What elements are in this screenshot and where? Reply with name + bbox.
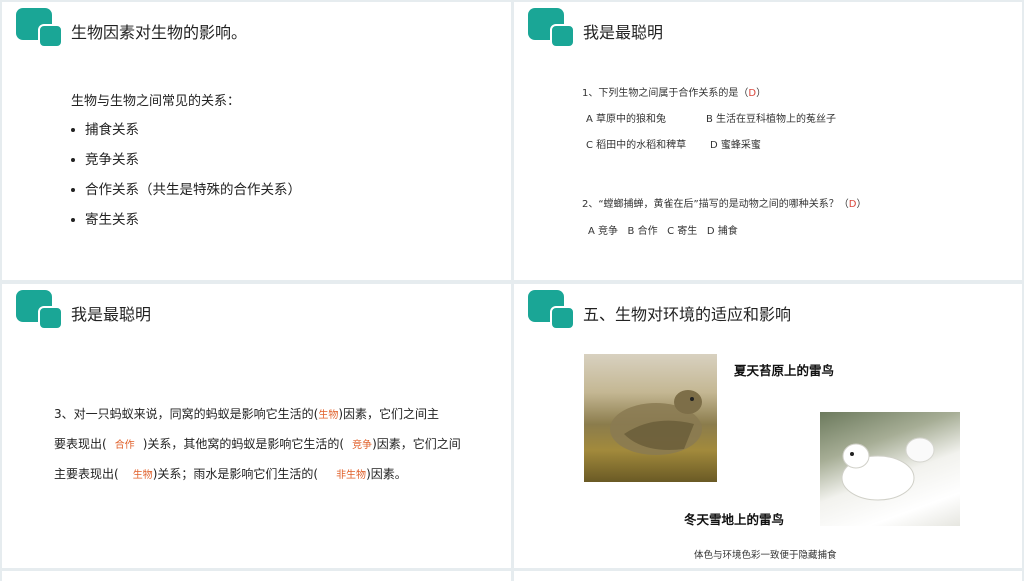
winter-ptarmigan-photo	[820, 412, 960, 526]
slide-quiz-2[interactable]: 我是最聪明 3、对一只蚂蚁来说，同窝的蚂蚁是影响它生活的(生物)因素，它们之间主…	[2, 284, 511, 568]
bullet-icon	[71, 158, 75, 162]
list-item: 捕食关系	[71, 118, 301, 148]
question-2: 2、“螳螂捕蝉，黄雀在后”描写的是动物之间的哪种关系？（D）	[582, 199, 867, 210]
fill-answer: 生物	[318, 410, 339, 421]
slide-title: 我是最聪明	[71, 305, 152, 324]
option-c: C 稻田中的水稻和稗草	[586, 140, 687, 151]
option-b: B 生活在豆科植物上的菟丝子	[706, 114, 837, 125]
bullet-icon	[71, 188, 75, 192]
bullet-icon	[71, 218, 75, 222]
teal-squares-icon	[528, 8, 576, 50]
slide-title: 五、生物对环境的适应和影响	[583, 305, 792, 324]
question-3-line-1: 3、对一只蚂蚁来说，同窝的蚂蚁是影响它生活的(生物)因素，它们之间主	[54, 407, 440, 421]
option-d: D 蜜蜂采蜜	[710, 140, 761, 151]
slide-next-left[interactable]	[2, 571, 511, 581]
slide-title: 生物因素对生物的影响。	[71, 23, 248, 42]
bird-illustration	[841, 437, 935, 501]
slide-quiz-1[interactable]: 我是最聪明 1、下列生物之间属于合作关系的是（D） A 草原中的狼和兔 B 生活…	[514, 2, 1022, 280]
fill-answer: 非生物	[336, 470, 367, 481]
option-a: A 草原中的狼和兔	[586, 114, 667, 125]
teal-squares-icon	[16, 8, 64, 50]
fill-answer: 竞争	[352, 440, 373, 451]
fill-answer: 合作	[114, 440, 135, 451]
question-3-line-2: 要表现出(合作)关系，其他窝的蚂蚁是影响它生活的(竞争)因素，它们之间	[54, 437, 461, 451]
question-1: 1、下列生物之间属于合作关系的是（D）	[582, 88, 767, 99]
slide-title: 我是最聪明	[583, 23, 664, 42]
question-2-options: A 竞争 B 合作 C 寄生 D 捕食	[588, 226, 738, 237]
list-item: 竞争关系	[71, 148, 301, 178]
slide-biotic-factors[interactable]: 生物因素对生物的影响。 生物与生物之间常见的关系： 捕食关系 竞争关系 合作关系…	[2, 2, 511, 280]
list-item: 合作关系（共生是特殊的合作关系）	[71, 178, 301, 208]
caption-summer: 夏天苔原上的雷鸟	[734, 363, 835, 378]
bird-illustration	[610, 390, 702, 455]
bullet-icon	[71, 128, 75, 132]
teal-squares-icon	[16, 290, 64, 332]
caption-winter: 冬天雪地上的雷鸟	[684, 512, 785, 527]
adaptation-note: 体色与环境色彩一致便于隐藏捕食	[694, 550, 837, 561]
slide-adaptation[interactable]: 五、生物对环境的适应和影响 夏天苔原上的雷鸟 冬天雪地上的雷鸟 体色与环境色彩一…	[514, 284, 1022, 568]
intro-text: 生物与生物之间常见的关系：	[71, 94, 241, 109]
fill-answer: 生物	[132, 470, 153, 481]
list-item: 寄生关系	[71, 208, 301, 238]
slide-next-right[interactable]	[514, 571, 1022, 581]
answer-text: D	[748, 88, 757, 99]
relationship-list: 捕食关系 竞争关系 合作关系（共生是特殊的合作关系） 寄生关系	[71, 118, 301, 238]
question-3-line-3: 主要表现出(生物)关系；雨水是影响它们生活的(非生物)因素。	[54, 467, 407, 481]
teal-squares-icon	[528, 290, 576, 332]
summer-ptarmigan-photo	[584, 354, 717, 482]
